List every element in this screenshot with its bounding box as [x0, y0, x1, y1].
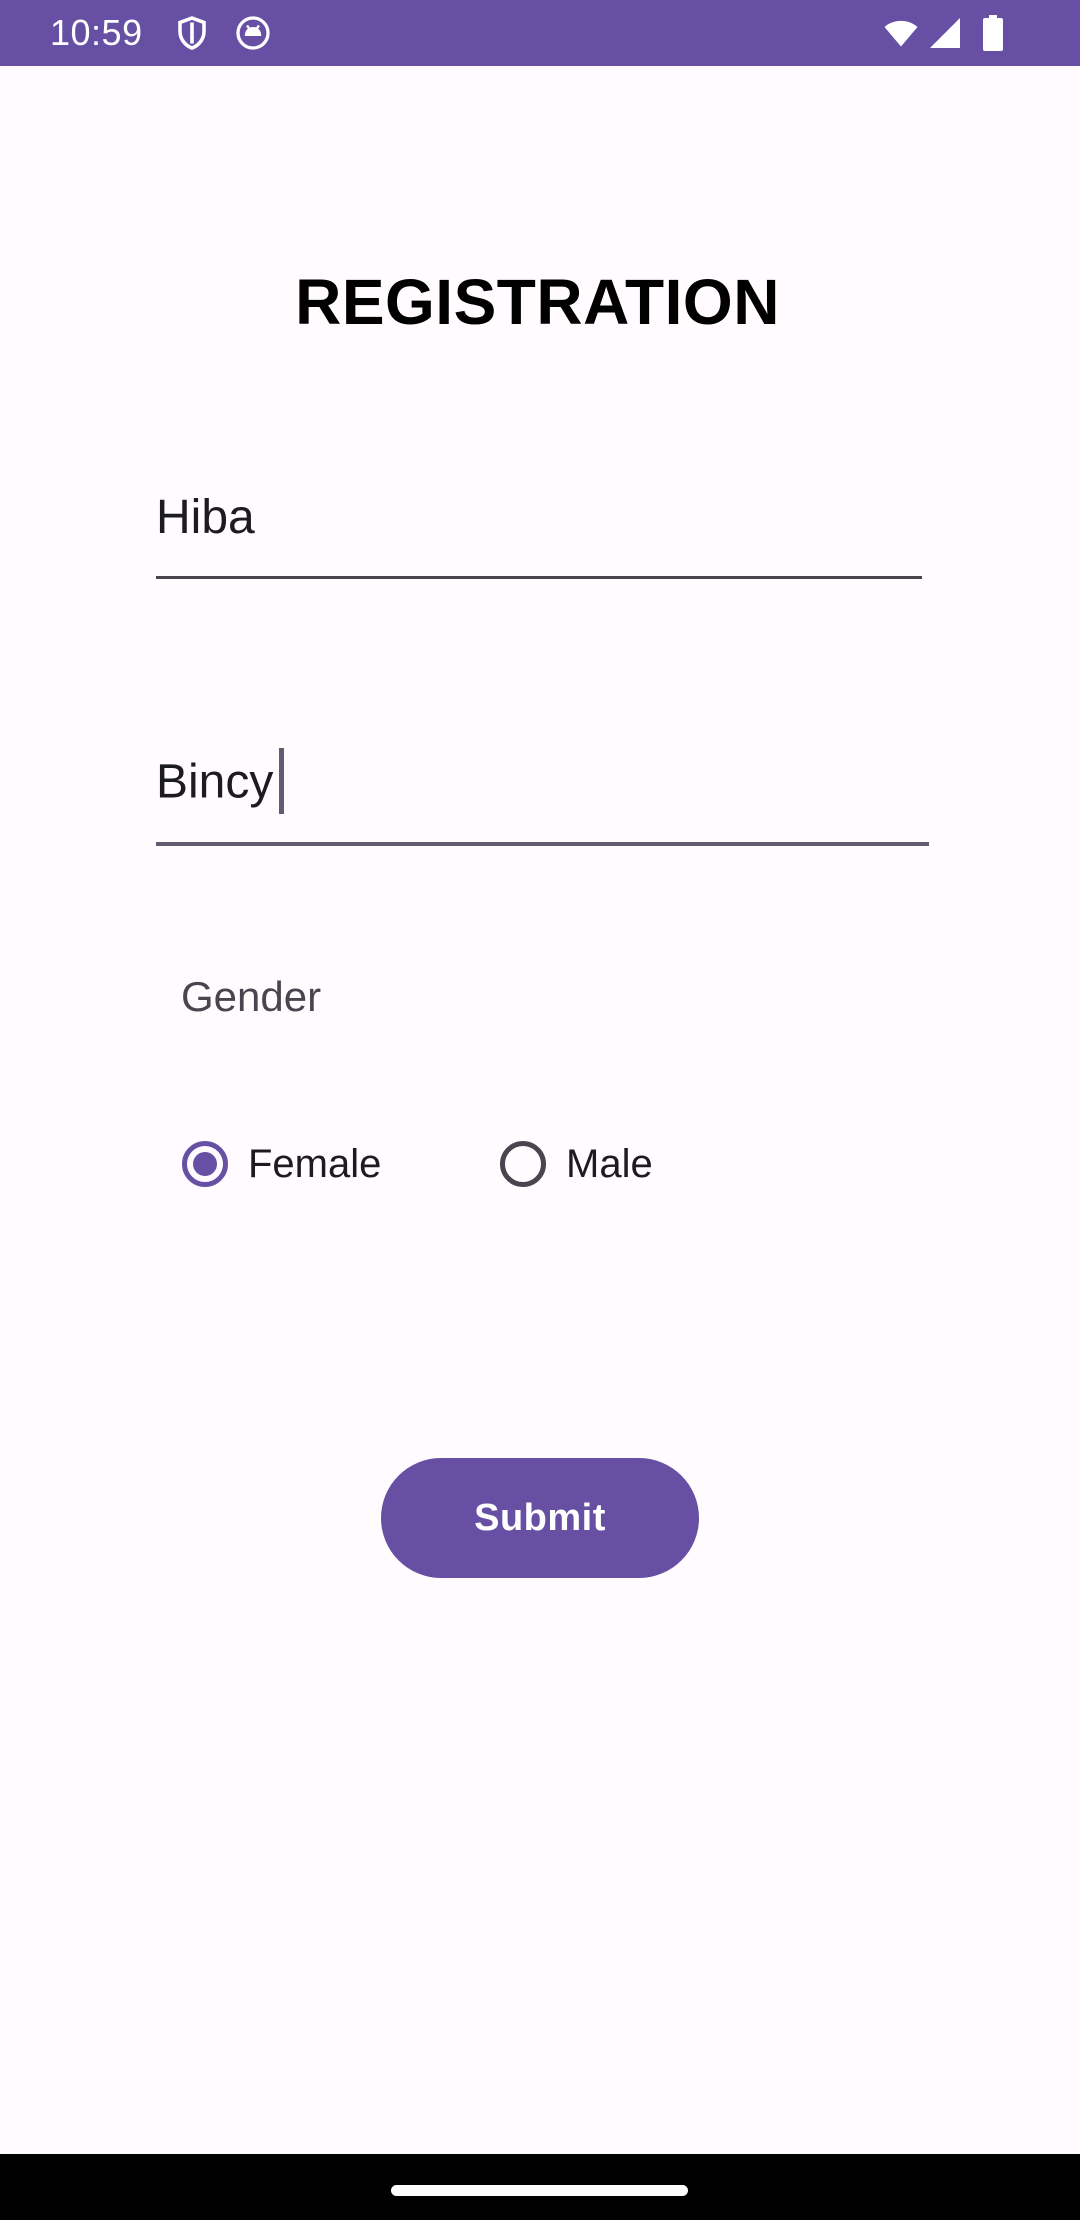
last-name-value-wrap: Bincy	[156, 748, 285, 818]
last-name-input[interactable]: Bincy	[156, 748, 929, 846]
radio-checked-icon[interactable]	[182, 1141, 228, 1187]
text-cursor	[279, 748, 285, 814]
radio-label-male: Male	[566, 1142, 653, 1186]
gender-radio-female[interactable]: Female	[182, 1130, 381, 1198]
battery-icon	[978, 15, 1008, 51]
first-name-input[interactable]: Hiba	[156, 488, 922, 579]
last-name-value: Bincy	[156, 755, 274, 809]
radio-label-female: Female	[248, 1142, 382, 1186]
wifi-icon	[880, 15, 922, 51]
status-time: 10:59	[50, 12, 143, 53]
signal-icon	[926, 15, 964, 51]
submit-button[interactable]: Submit	[381, 1458, 699, 1578]
navigation-bar	[0, 2154, 1080, 2220]
android-icon	[235, 15, 271, 51]
gender-radio-male[interactable]: Male	[500, 1130, 653, 1198]
home-handle[interactable]	[391, 2185, 688, 2196]
page-title: REGISTRATION	[295, 266, 780, 338]
shield-icon	[174, 15, 210, 51]
gender-label: Gender	[181, 973, 322, 1020]
first-name-value: Hiba	[156, 491, 255, 544]
radio-unchecked-icon[interactable]	[500, 1141, 546, 1187]
status-bar: 10:59	[0, 0, 1080, 66]
